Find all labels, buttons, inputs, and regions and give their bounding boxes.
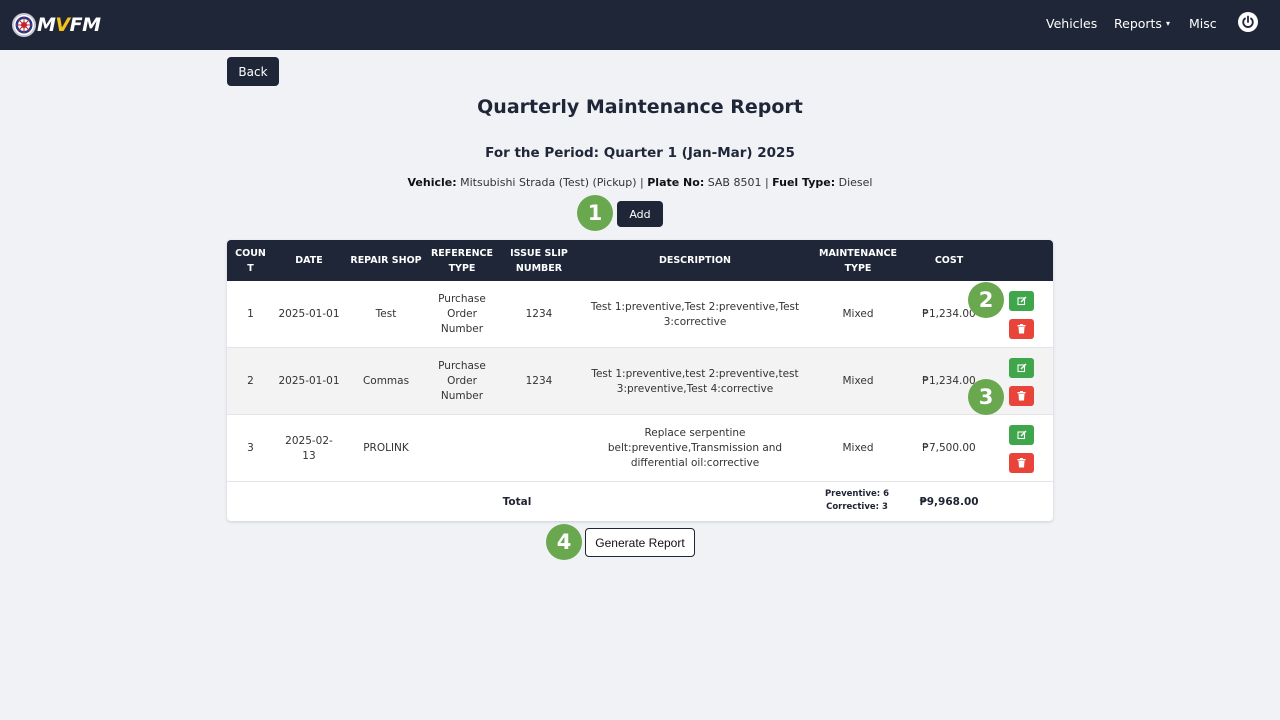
edit-icon[interactable] [1009, 291, 1034, 311]
cell-repair-shop: Test [375, 308, 397, 320]
table-row: 1 2025-01-01 Test Purchase Order Number … [227, 281, 1053, 348]
back-button[interactable]: Back [227, 57, 279, 86]
cell-repair-shop: Commas [362, 375, 410, 387]
cell-maintenance-type: Mixed [842, 375, 874, 387]
cell-reference-type [428, 415, 496, 482]
maintenance-counts: Preventive: 6 Corrective: 3 [812, 488, 902, 514]
trash-icon[interactable] [1009, 319, 1034, 339]
fuel-value: Diesel [835, 176, 873, 189]
plate-value: SAB 8501 | [704, 176, 773, 189]
header-description: DESCRIPTION [658, 255, 732, 266]
cell-count: 1 [247, 308, 254, 320]
header-repair-shop: REPAIR SHOP [350, 255, 422, 266]
cell-count: 3 [247, 442, 254, 454]
power-icon[interactable] [1238, 12, 1258, 32]
table-row: 2 2025-01-01 Commas Purchase Order Numbe… [227, 348, 1053, 415]
page-title: Quarterly Maintenance Report [477, 96, 803, 118]
total-cost: ₱9,968.00 [919, 496, 979, 508]
cell-date: 2025-01-01 [278, 308, 340, 320]
maintenance-table: COUN T DATE REPAIR SHOP REFERENCE TYPE I… [227, 240, 1053, 521]
header-cost: COST [934, 255, 964, 266]
nav-reports-label: Reports [1114, 16, 1162, 31]
fuel-label: Fuel Type: [772, 176, 836, 189]
vehicle-info: Vehicle: Mitsubishi Strada (Test) (Picku… [0, 176, 1280, 189]
step-marker-4: 4 [546, 524, 582, 560]
step-marker-2: 2 [968, 282, 1004, 318]
corrective-count: Corrective: 3 [826, 502, 888, 512]
cell-cost: ₱7,500.00 [922, 442, 976, 454]
trash-icon[interactable] [1009, 453, 1034, 473]
generate-report-button[interactable]: Generate Report [585, 528, 695, 557]
cell-maintenance-type: Mixed [842, 308, 874, 320]
nav-misc[interactable]: Misc [1189, 16, 1217, 31]
cell-description: Test 1:preventive,Test 2:preventive,Test… [590, 300, 800, 328]
caret-down-icon: ▾ [1165, 19, 1170, 28]
trash-icon[interactable] [1009, 386, 1034, 406]
logo-emblem-icon [12, 13, 36, 37]
nav-vehicles[interactable]: Vehicles [1046, 16, 1097, 31]
table-row: 3 2025-02- 13 PROLINK Replace serpentine… [227, 415, 1053, 482]
cell-maintenance-type: Mixed [842, 442, 874, 454]
cell-repair-shop: PROLINK [363, 442, 409, 454]
edit-icon[interactable] [1009, 358, 1034, 378]
cell-issue-slip: 1234 [525, 308, 553, 320]
cell-reference-type: Purchase Order Number [438, 360, 486, 402]
navbar: MVFM Vehicles Reports ▾ Misc [0, 0, 1280, 50]
header-issue-slip: ISSUE SLIP NUMBER [510, 247, 568, 274]
header-maintenance-type: MAINTENANCE TYPE [819, 247, 897, 274]
header-reference-type: REFERENCE TYPE [430, 247, 493, 274]
header-date: DATE [295, 255, 323, 266]
nav-reports-dropdown[interactable]: Reports ▾ [1114, 16, 1170, 31]
cell-count: 2 [247, 375, 254, 387]
cell-date: 2025-02- 13 [285, 434, 333, 462]
plate-label: Plate No: [647, 176, 705, 189]
cell-description: Test 1:preventive,test 2:preventive,test… [591, 367, 799, 395]
logo-text: MVFM [37, 14, 101, 36]
cell-issue-slip: 1234 [525, 375, 553, 387]
step-marker-1: 1 [577, 195, 613, 231]
cell-issue-slip [496, 415, 582, 482]
cell-date: 2025-01-01 [278, 375, 340, 387]
cell-reference-type: Purchase Order Number [438, 293, 486, 335]
edit-icon[interactable] [1009, 425, 1034, 445]
vehicle-label: Vehicle: [407, 176, 457, 189]
total-row: Total Preventive: 6 Corrective: 3 ₱9,968… [227, 483, 1053, 521]
add-button[interactable]: Add [617, 201, 663, 227]
header-count: COUN T [235, 247, 266, 274]
table-header: COUN T DATE REPAIR SHOP REFERENCE TYPE I… [227, 240, 1053, 281]
total-label: Total [502, 496, 532, 508]
vehicle-value: Mitsubishi Strada (Test) (Pickup) | [456, 176, 648, 189]
preventive-count: Preventive: 6 [824, 489, 890, 499]
app-logo[interactable]: MVFM [12, 11, 101, 39]
step-marker-3: 3 [968, 379, 1004, 415]
period-subtitle: For the Period: Quarter 1 (Jan-Mar) 2025 [485, 145, 795, 161]
cell-description: Replace serpentine belt:preventive,Trans… [607, 427, 783, 469]
